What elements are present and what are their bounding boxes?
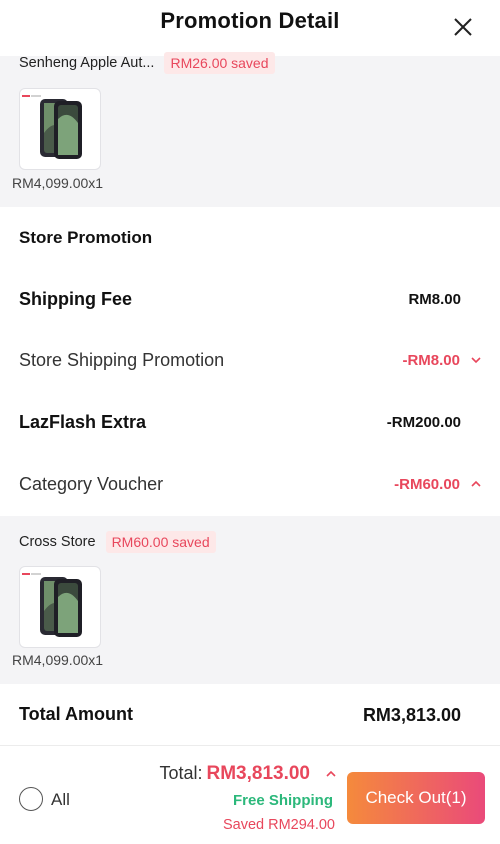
chevron-up-icon[interactable] [470, 478, 482, 490]
store-shipping-promotion-row[interactable]: Store Shipping Promotion -RM8.00 [0, 329, 500, 391]
store-items-section: Senheng Apple Aut... RM26.00 saved RM4,0… [0, 52, 500, 207]
cross-store-label: Cross Store [19, 534, 96, 550]
store-promotion-label: Store Promotion [19, 228, 153, 247]
phone-image-icon [22, 573, 82, 637]
category-voucher-label: Category Voucher [19, 473, 164, 494]
store-shipping-promotion-value: -RM8.00 [402, 351, 460, 369]
lazflash-extra-row: LazFlash Extra -RM200.00 [0, 391, 500, 453]
shipping-fee-label: Shipping Fee [19, 288, 133, 309]
checkout-footer: All Total: RM3,813.00 Free Shipping Saved… [0, 747, 500, 844]
total-amount-row: Total Amount RM3,813.00 [0, 684, 500, 746]
lazflash-extra-value: -RM200.00 [386, 413, 461, 431]
cross-store-product-price-qty: RM4,099.00x1 [12, 652, 104, 668]
footer-total-prefix: Total: [159, 763, 203, 783]
cross-store-product-thumbnail[interactable] [19, 566, 101, 648]
select-all-label[interactable]: All [51, 790, 70, 810]
cross-store-header: Cross Store RM60.00 saved [19, 531, 216, 553]
free-shipping-label: Free Shipping [232, 792, 333, 809]
saved-badge: RM26.00 saved [164, 52, 275, 74]
select-all-radio[interactable] [19, 787, 43, 811]
lazflash-extra-label: LazFlash Extra [19, 411, 147, 432]
phone-image-icon [22, 95, 82, 159]
category-voucher-value: -RM60.00 [394, 475, 460, 493]
shipping-fee-value: RM8.00 [408, 290, 461, 308]
store-header: Senheng Apple Aut... RM26.00 saved [19, 52, 275, 74]
footer-total: Total: RM3,813.00 [159, 763, 310, 785]
store-name: Senheng Apple Aut... [19, 55, 155, 71]
product-thumbnail[interactable] [19, 88, 101, 170]
cross-store-saved-badge: RM60.00 saved [105, 531, 216, 553]
chevron-down-icon[interactable] [470, 354, 482, 366]
product-price-qty: RM4,099.00x1 [12, 175, 104, 191]
shipping-fee-row: Shipping Fee RM8.00 [0, 268, 500, 330]
chevron-up-icon[interactable] [325, 769, 337, 779]
cross-store-section: Cross Store RM60.00 saved RM4,099.00x1 [0, 516, 500, 684]
store-shipping-promotion-label: Store Shipping Promotion [19, 349, 225, 370]
footer-total-value: RM3,813.00 [206, 763, 310, 784]
page-title: Promotion Detail [160, 8, 340, 33]
saved-total-label: Saved RM294.00 [222, 817, 335, 833]
category-voucher-row[interactable]: Category Voucher -RM60.00 [0, 453, 500, 515]
checkout-button[interactable]: Check Out(1) [347, 772, 485, 824]
store-promotion-row: Store Promotion [0, 207, 500, 269]
total-amount-value: RM3,813.00 [362, 705, 461, 725]
total-amount-label: Total Amount [19, 704, 133, 724]
modal-header: Promotion Detail [0, 0, 500, 56]
close-icon[interactable] [452, 16, 474, 38]
